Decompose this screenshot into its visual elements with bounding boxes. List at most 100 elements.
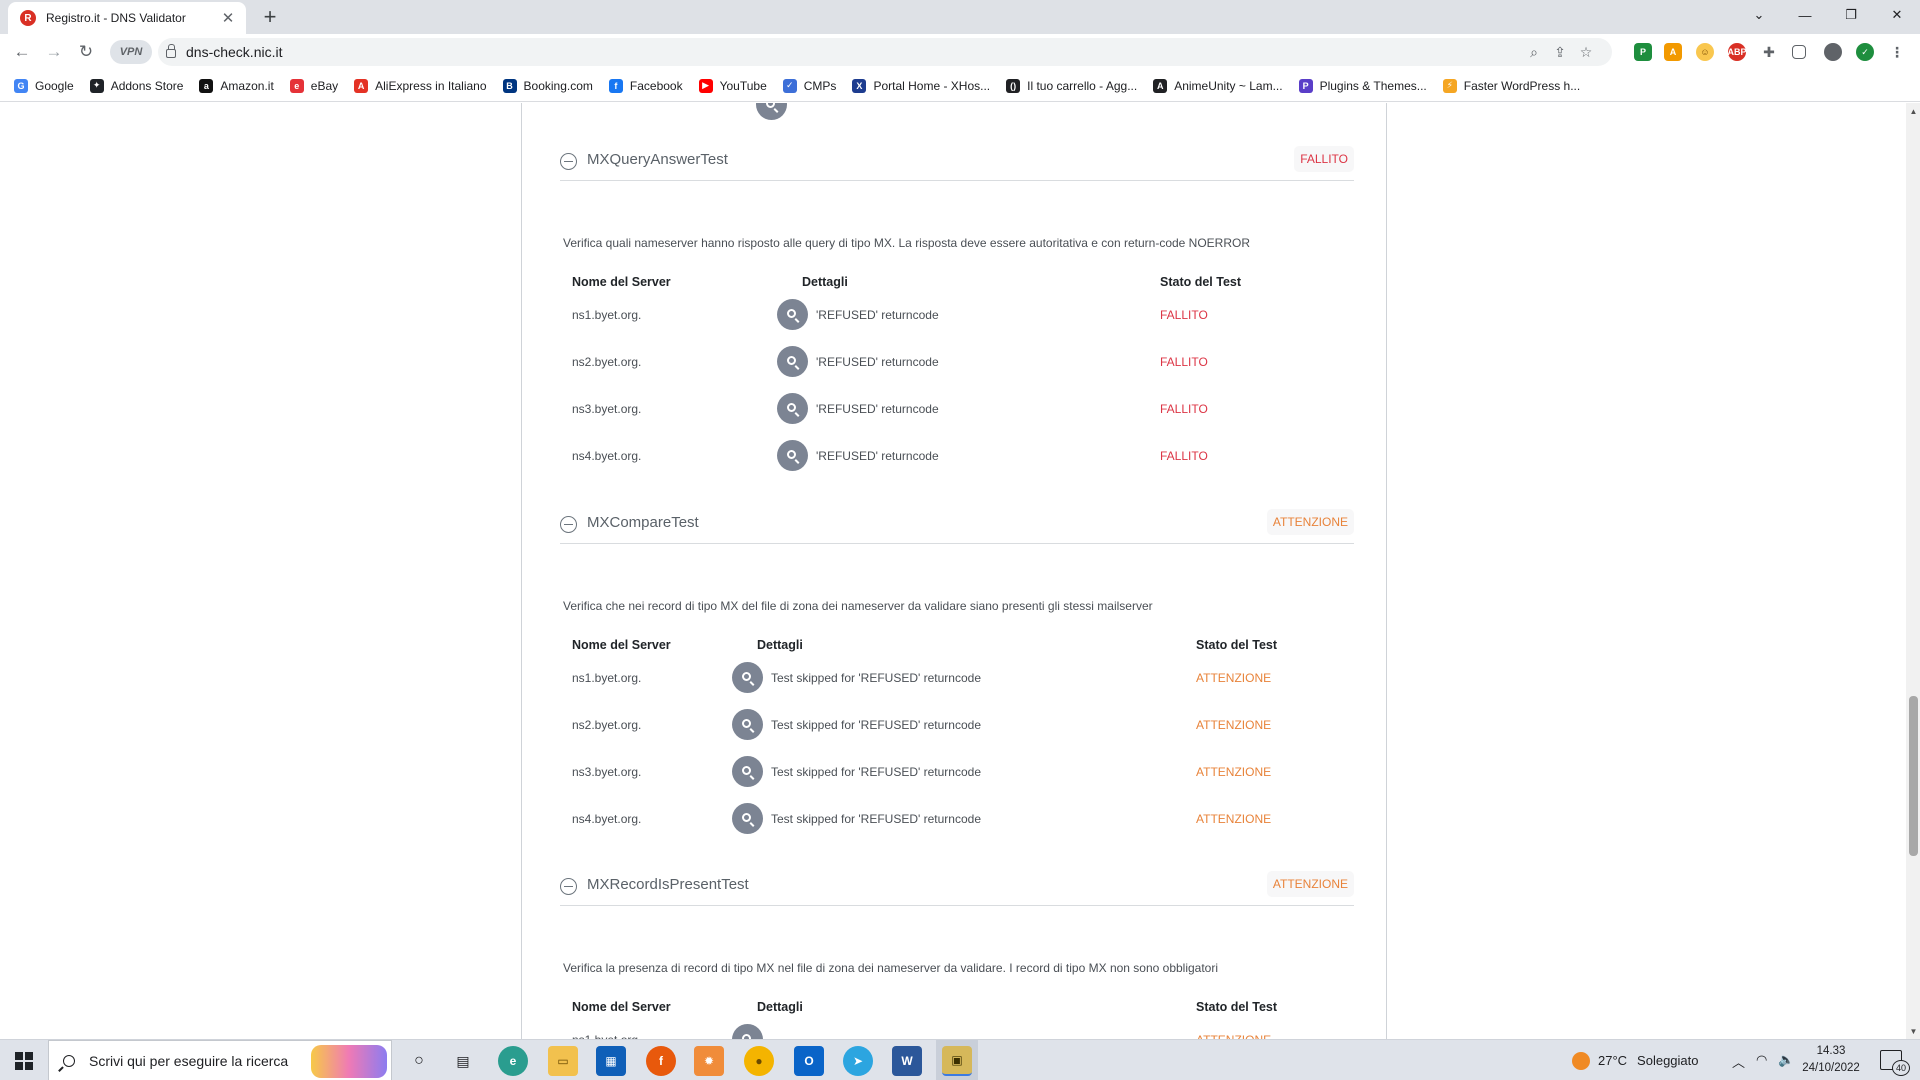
magnifier-icon[interactable] [777,346,808,377]
magnifier-icon[interactable] [777,393,808,424]
bookmark-item[interactable]: f Facebook [608,78,683,93]
addons-icon: ✦ [89,78,104,93]
outlook-icon[interactable]: O [794,1046,824,1076]
zoom-icon[interactable]: ⌕ [1524,42,1544,62]
adblock-extension-icon[interactable]: ABP [1728,43,1747,61]
bookmark-item[interactable]: A AnimeUnity ~ Lam... [1153,78,1283,93]
emoji-extension-icon[interactable]: ☺ [1696,43,1714,61]
profile-avatar-icon[interactable] [1824,43,1842,61]
bookmark-item[interactable]: X Portal Home - XHos... [852,78,990,93]
weather-widget[interactable]: 27°C Soleggiato [1572,1040,1699,1080]
bookmark-item[interactable]: ✓ CMPs [782,78,836,93]
omnibox-actions: ⌕ ⇪ ☆ [1524,42,1596,62]
magnifier-icon[interactable] [732,709,763,740]
magnifier-icon[interactable] [756,103,787,120]
test-status-badge: FALLITO [1294,146,1354,172]
forward-button[interactable]: → [42,40,66,64]
avast-extension-icon[interactable]: A [1664,43,1682,61]
bookmark-star-icon[interactable]: ☆ [1576,42,1596,62]
vpn-button[interactable]: VPN [110,40,152,64]
new-tab-button[interactable]: + [258,6,282,30]
bookmark-item[interactable]: ▶ YouTube [698,78,767,93]
test-status-cell: FALLITO [1160,449,1208,463]
magnifier-icon[interactable] [732,756,763,787]
bookmark-item[interactable]: P Plugins & Themes... [1298,78,1427,93]
bookmark-item[interactable]: ✦ Addons Store [89,78,183,93]
bookmark-item[interactable]: G Google [14,78,74,93]
back-button[interactable]: ← [10,40,34,64]
lock-icon[interactable] [166,44,176,58]
taskbar-search-box[interactable]: Scrivi qui per eseguire la ricerca [48,1040,392,1080]
security-check-icon[interactable]: ✓ [1856,43,1874,61]
cart-icon: () [1006,78,1021,93]
bookmark-item[interactable]: e eBay [289,78,339,93]
store-icon[interactable]: ▦ [596,1046,626,1076]
restore-button[interactable]: ❐ [1828,0,1874,30]
wifi-icon[interactable]: ◠ [1756,1052,1767,1068]
bookmark-label: eBay [310,78,339,93]
scroll-thumb[interactable] [1909,696,1918,856]
side-panel-icon[interactable] [1792,45,1806,59]
server-name-cell: ns1.byet.org. [572,308,642,322]
bookmark-item[interactable]: B Booking.com [502,78,593,93]
test-name: MXRecordIsPresentTest [587,876,749,893]
collapse-icon[interactable] [560,516,577,533]
sun-icon [1572,1051,1590,1070]
test-section-header[interactable]: MXCompareTest ATTENZIONE [560,506,1354,544]
tab-search-chevron-icon[interactable]: ⌄ [1736,0,1782,30]
word-icon[interactable]: W [892,1046,922,1076]
collapse-icon[interactable] [560,153,577,170]
column-header-status: Stato del Test [1196,638,1278,652]
task-view-icon[interactable]: ▤ [448,1046,478,1076]
magnifier-icon[interactable] [777,440,808,471]
tray-chevron-icon[interactable]: ︿ [1732,1052,1745,1071]
scroll-up-icon[interactable]: ▲ [1909,107,1918,116]
test-section-header[interactable]: MXRecordIsPresentTest ATTENZIONE [560,868,1354,906]
start-button[interactable] [0,1040,48,1080]
bookmark-label: YouTube [719,78,767,93]
collapse-icon[interactable] [560,878,577,895]
edge-icon[interactable]: e [498,1046,528,1076]
page-scrollbar[interactable]: ▲ ▼ [1906,103,1920,1039]
firefox-icon[interactable]: f [646,1046,676,1076]
server-name-cell: ns4.byet.org. [572,812,642,826]
scroll-down-icon[interactable]: ▼ [1909,1027,1918,1036]
system-clock[interactable]: 14.33 24/10/2022 [1794,1043,1868,1077]
chrome-icon[interactable]: ● [744,1046,774,1076]
telegram-icon[interactable]: ➤ [843,1046,873,1076]
address-bar[interactable]: dns-check.nic.it ⌕ ⇪ ☆ [158,38,1612,66]
detail-cell: 'REFUSED' returncode [777,440,939,471]
server-name-cell: ns4.byet.org. [572,449,642,463]
minimize-button[interactable]: — [1782,0,1828,30]
cortana-icon[interactable]: ○ [404,1046,434,1076]
url-text[interactable]: dns-check.nic.it [186,44,282,60]
tab-close-icon[interactable]: ✕ [220,9,236,27]
server-name-cell: ns3.byet.org. [572,402,642,416]
extensions-puzzle-icon[interactable]: ✚ [1760,43,1778,61]
magnifier-icon[interactable] [732,803,763,834]
file-explorer-icon[interactable]: ▭ [548,1046,578,1076]
bookmark-item[interactable]: () Il tuo carrello - Agg... [1006,78,1137,93]
magnifier-glass [787,450,796,459]
magnifier-icon[interactable] [777,299,808,330]
bookmark-item[interactable]: ⚡ Faster WordPress h... [1442,78,1580,93]
app-icon[interactable]: ✹ [694,1046,724,1076]
close-window-button[interactable]: ✕ [1874,0,1920,30]
bookmark-item[interactable]: A AliExpress in Italiano [354,78,487,93]
magnifier-icon[interactable] [732,1024,763,1039]
server-name-cell: ns2.byet.org. [572,355,642,369]
share-icon[interactable]: ⇪ [1550,42,1570,62]
clapperboard-app-icon[interactable]: ▣ [942,1046,972,1076]
search-highlight-image [311,1045,387,1078]
detail-text: Test skipped for 'REFUSED' returncode [771,717,981,732]
magnifier-icon[interactable] [732,662,763,693]
volume-icon[interactable]: 🔈 [1778,1052,1794,1068]
shield-extension-icon[interactable]: P [1634,43,1652,61]
menu-kebab-icon[interactable]: ⋮ [1888,43,1906,61]
test-section-header[interactable]: MXQueryAnswerTest FALLITO [560,143,1354,181]
browser-tab[interactable]: R Registro.it - DNS Validator ✕ [8,2,246,34]
google-icon: G [14,78,28,93]
reload-button[interactable]: ↻ [74,40,98,64]
bookmark-label: Booking.com [523,78,593,93]
bookmark-item[interactable]: a Amazon.it [199,78,274,93]
